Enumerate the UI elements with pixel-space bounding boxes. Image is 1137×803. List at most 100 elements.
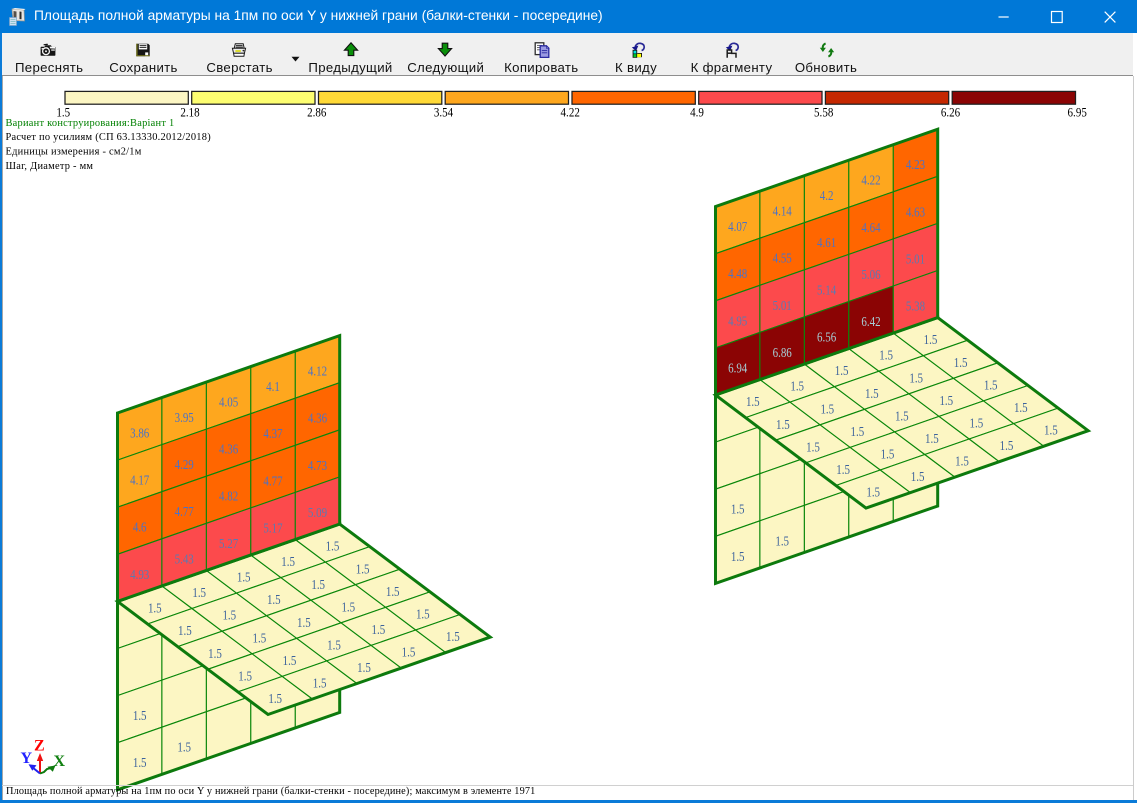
svg-text:1.5: 1.5 [1044, 423, 1058, 438]
svg-text:4.77: 4.77 [175, 504, 194, 519]
svg-text:1.5: 1.5 [133, 755, 147, 770]
svg-text:1.5: 1.5 [806, 439, 820, 454]
svg-text:Шаг, Диаметр - мм: Шаг, Диаметр - мм [6, 161, 94, 172]
svg-text:3.95: 3.95 [175, 410, 194, 425]
svg-text:4.37: 4.37 [263, 426, 282, 441]
svg-text:1.5: 1.5 [327, 638, 341, 653]
svg-text:4.14: 4.14 [773, 204, 792, 219]
svg-text:1.5: 1.5 [836, 462, 850, 477]
svg-text:4.29: 4.29 [175, 457, 194, 472]
svg-text:Расчет по усилиям (СП 63.13330: Расчет по усилиям (СП 63.13330.2012/2018… [6, 132, 211, 143]
svg-text:5.17: 5.17 [263, 520, 282, 535]
svg-text:5.58: 5.58 [814, 105, 833, 119]
svg-text:1.5: 1.5 [416, 607, 430, 622]
svg-text:1.5: 1.5 [1014, 400, 1028, 415]
svg-text:1.5: 1.5 [237, 570, 251, 585]
svg-text:Y: Y [21, 750, 33, 767]
svg-text:Единицы измерения - см2/1м: Единицы измерения - см2/1м [6, 147, 142, 158]
svg-text:1.5: 1.5 [222, 608, 236, 623]
svg-text:1.5: 1.5 [939, 393, 953, 408]
svg-text:1.5: 1.5 [133, 708, 147, 723]
svg-text:1.5: 1.5 [1000, 438, 1014, 453]
svg-text:4.12: 4.12 [308, 364, 327, 379]
svg-text:1.5: 1.5 [835, 363, 849, 378]
svg-text:1.5: 1.5 [820, 401, 834, 416]
svg-text:1.5: 1.5 [911, 469, 925, 484]
svg-text:1.5: 1.5 [326, 539, 340, 554]
svg-text:4.36: 4.36 [308, 411, 327, 426]
svg-text:1.5: 1.5 [881, 447, 895, 462]
svg-text:Вариант конструирования:Варіан: Вариант конструирования:Варіант 1 [6, 118, 175, 129]
svg-text:1.5: 1.5 [297, 615, 311, 630]
svg-text:4.6: 4.6 [133, 520, 147, 535]
svg-text:4.22: 4.22 [861, 173, 880, 188]
svg-text:3.86: 3.86 [130, 426, 149, 441]
svg-text:4.95: 4.95 [728, 313, 747, 328]
svg-text:2.86: 2.86 [307, 105, 327, 119]
svg-text:1.5: 1.5 [267, 592, 281, 607]
svg-text:1.5: 1.5 [281, 554, 295, 569]
svg-text:1.5: 1.5 [402, 645, 416, 660]
svg-text:1.5: 1.5 [746, 394, 760, 409]
svg-text:5.09: 5.09 [308, 505, 327, 520]
svg-text:6.26: 6.26 [941, 105, 961, 119]
svg-text:1.5: 1.5 [283, 653, 297, 668]
svg-text:5.38: 5.38 [906, 299, 925, 314]
svg-text:1.5: 1.5 [208, 646, 222, 661]
svg-text:4.82: 4.82 [219, 489, 238, 504]
svg-text:4.1: 4.1 [266, 379, 280, 394]
svg-text:4.55: 4.55 [773, 251, 792, 266]
svg-text:1.5: 1.5 [372, 622, 386, 637]
svg-text:1.5: 1.5 [866, 485, 880, 500]
svg-text:1.5: 1.5 [924, 332, 938, 347]
svg-text:6.95: 6.95 [1068, 105, 1087, 119]
svg-text:5.14: 5.14 [817, 282, 836, 297]
svg-text:1.5: 1.5 [268, 691, 282, 706]
svg-text:1.5: 1.5 [851, 424, 865, 439]
svg-text:1.5: 1.5 [386, 584, 400, 599]
svg-text:Z: Z [34, 738, 45, 755]
svg-text:1.5: 1.5 [178, 623, 192, 638]
svg-text:4.07: 4.07 [728, 219, 747, 234]
svg-text:6.94: 6.94 [728, 360, 747, 375]
svg-text:2.18: 2.18 [180, 105, 199, 119]
svg-text:1.5: 1.5 [192, 585, 206, 600]
svg-text:4.63: 4.63 [906, 204, 925, 219]
svg-text:1.5: 1.5 [776, 417, 790, 432]
svg-text:4.23: 4.23 [906, 157, 925, 172]
svg-text:4.73: 4.73 [308, 458, 327, 473]
svg-text:1.5: 1.5 [731, 502, 745, 517]
svg-text:1.5: 1.5 [177, 740, 191, 755]
svg-text:1.5: 1.5 [341, 599, 355, 614]
svg-text:1.5: 1.5 [955, 454, 969, 469]
svg-text:1.5: 1.5 [775, 533, 789, 548]
svg-text:4.93: 4.93 [130, 567, 149, 582]
svg-text:4.36: 4.36 [219, 442, 238, 457]
svg-text:4.61: 4.61 [817, 235, 836, 250]
svg-text:4.9: 4.9 [690, 105, 704, 119]
svg-text:1.5: 1.5 [446, 629, 460, 644]
svg-text:1.5: 1.5 [311, 577, 325, 592]
svg-text:4.77: 4.77 [263, 473, 282, 488]
svg-text:3.54: 3.54 [434, 105, 454, 119]
svg-text:4.48: 4.48 [728, 266, 747, 281]
svg-text:4.64: 4.64 [861, 220, 880, 235]
svg-text:1.5: 1.5 [909, 370, 923, 385]
svg-text:1.5: 1.5 [954, 355, 968, 370]
svg-text:1.5: 1.5 [313, 676, 327, 691]
svg-text:X: X [54, 753, 66, 770]
svg-text:1.5: 1.5 [253, 630, 267, 645]
svg-text:5.27: 5.27 [219, 536, 238, 551]
svg-text:6.56: 6.56 [817, 329, 836, 344]
svg-text:5.43: 5.43 [175, 551, 194, 566]
svg-text:1.5: 1.5 [148, 601, 162, 616]
svg-text:1.5: 1.5 [970, 416, 984, 431]
svg-text:1.5: 1.5 [879, 348, 893, 363]
svg-text:4.05: 4.05 [219, 395, 238, 410]
svg-text:5.01: 5.01 [773, 298, 792, 313]
svg-text:6.86: 6.86 [773, 345, 792, 360]
svg-text:5.06: 5.06 [861, 267, 880, 282]
svg-text:5.01: 5.01 [906, 251, 925, 266]
svg-text:1.5: 1.5 [984, 378, 998, 393]
svg-text:1.5: 1.5 [238, 668, 252, 683]
